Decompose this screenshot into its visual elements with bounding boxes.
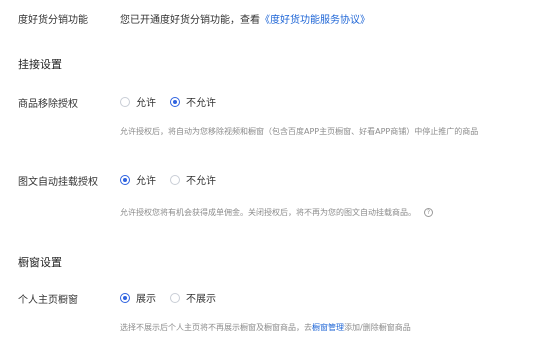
distribution-status: 您已开通度好货分销功能，查看《度好货功能服务协议》 <box>120 11 370 26</box>
window-management-link[interactable]: 橱窗管理 <box>312 323 344 332</box>
product-removal-label: 商品移除授权 <box>18 99 78 110</box>
personal-window-option-hide[interactable]: 不展示 <box>170 290 216 305</box>
distribution-status-text: 您已开通度好货分销功能，查看 <box>120 15 260 26</box>
radio-deny-icon <box>170 174 180 185</box>
radio-allow-icon <box>120 96 130 107</box>
product-removal-option-deny[interactable]: 不允许 <box>170 94 216 109</box>
product-removal-radio-group: 允许 不允许 <box>120 94 230 109</box>
auto-mount-label: 图文自动挂载授权 <box>18 177 98 188</box>
option-label: 允许 <box>136 176 156 187</box>
mount-section-title: 挂接设置 <box>18 58 62 71</box>
personal-window-hint: 选择不展示后个人主页将不再展示橱窗及橱窗商品，去橱窗管理添加/删除橱窗商品 <box>120 322 411 333</box>
option-label: 允许 <box>136 98 156 109</box>
personal-window-hint-suffix: 添加/删除橱窗商品 <box>344 323 411 332</box>
radio-hide-icon <box>170 292 180 303</box>
window-section-title: 橱窗设置 <box>18 256 62 269</box>
option-label: 不允许 <box>186 176 216 187</box>
radio-show-selected-icon <box>120 292 130 303</box>
auto-mount-option-allow[interactable]: 允许 <box>120 172 156 187</box>
personal-window-hint-prefix: 选择不展示后个人主页将不再展示橱窗及橱窗商品，去 <box>120 323 312 332</box>
auto-mount-hint: 允许授权您将有机会获得成单佣金。关闭授权后，将不再为您的图文自动挂载商品。? <box>120 207 433 218</box>
distribution-label: 度好货分销功能 <box>18 15 88 26</box>
question-circle-icon[interactable]: ? <box>424 208 433 217</box>
auto-mount-hint-text: 允许授权您将有机会获得成单佣金。关闭授权后，将不再为您的图文自动挂载商品。 <box>120 208 416 217</box>
agreement-link[interactable]: 《度好货功能服务协议》 <box>260 15 370 26</box>
radio-allow-selected-icon <box>120 174 130 185</box>
product-removal-option-allow[interactable]: 允许 <box>120 94 156 109</box>
option-label: 不展示 <box>186 294 216 305</box>
personal-window-radio-group: 展示 不展示 <box>120 290 230 305</box>
product-removal-hint: 允许授权后，将自动为您移除视频和橱窗（包含百度APP主页橱窗、好看APP商铺）中… <box>120 127 479 136</box>
option-label: 不允许 <box>186 98 216 109</box>
radio-deny-selected-icon <box>170 96 180 107</box>
personal-window-label: 个人主页橱窗 <box>18 295 78 306</box>
auto-mount-option-deny[interactable]: 不允许 <box>170 172 216 187</box>
auto-mount-radio-group: 允许 不允许 <box>120 172 230 187</box>
personal-window-option-show[interactable]: 展示 <box>120 290 156 305</box>
option-label: 展示 <box>136 294 156 305</box>
